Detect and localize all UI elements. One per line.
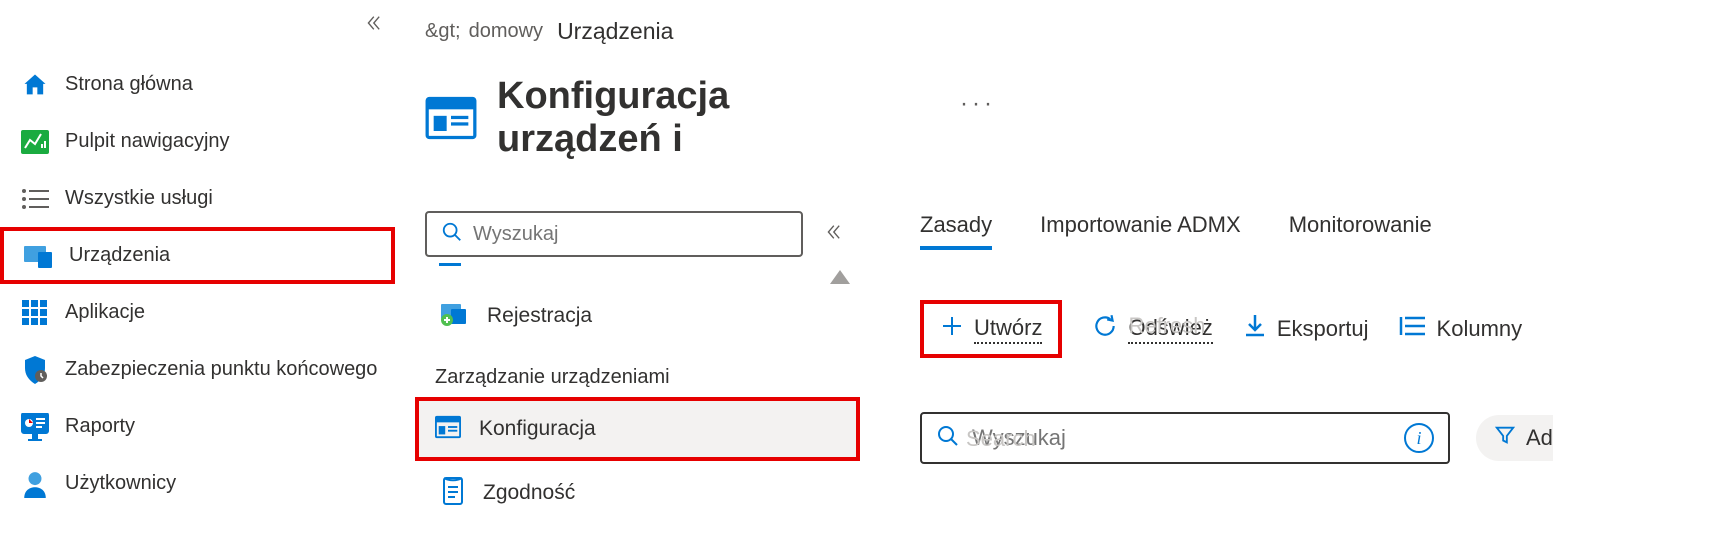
breadcrumb-home[interactable]: domowy bbox=[469, 20, 543, 43]
main-panel: ··· Zasady Importowanie ADMX Monitorowan… bbox=[880, 8, 1732, 560]
tab-monitor[interactable]: Monitorowanie bbox=[1289, 212, 1432, 250]
page-header: Konfiguracja urządzeń i bbox=[425, 75, 880, 161]
reports-icon bbox=[20, 412, 50, 442]
dashboard-icon bbox=[20, 127, 50, 157]
refresh-button[interactable]: Odśwież Refresh bbox=[1092, 313, 1212, 345]
page-title: Konfiguracja urządzeń i bbox=[497, 75, 880, 161]
highlight-box-config: Konfiguracja bbox=[415, 397, 860, 461]
left-sidebar: Strona główna Pulpit nawigacyjny Wszystk… bbox=[0, 0, 395, 560]
subnav-section-device-mgmt: Zarządzanie urządzeniami bbox=[435, 366, 880, 389]
nav-label: Wszystkie usługi bbox=[65, 187, 213, 210]
search-icon bbox=[936, 424, 960, 453]
nav-list: Strona główna Pulpit nawigacyjny Wszystk… bbox=[0, 8, 395, 512]
button-label: Utwórz bbox=[974, 315, 1042, 344]
tab-zasady[interactable]: Zasady bbox=[920, 212, 992, 250]
filter-button[interactable]: Ad bbox=[1476, 415, 1553, 461]
tab-admx[interactable]: Importowanie ADMX bbox=[1040, 212, 1241, 250]
button-label: Eksportuj bbox=[1277, 316, 1369, 342]
nav-label: Użytkownicy bbox=[65, 472, 176, 495]
scroll-up-icon[interactable] bbox=[830, 270, 850, 284]
breadcrumb-prefix: &gt; bbox=[425, 20, 461, 43]
nav-users[interactable]: Użytkownicy bbox=[0, 455, 395, 512]
user-icon bbox=[20, 469, 50, 499]
highlight-box-create: Utwórz bbox=[920, 300, 1062, 358]
nav-home[interactable]: Strona główna bbox=[0, 56, 395, 113]
breadcrumb: &gt; domowy Urządzenia bbox=[425, 18, 880, 45]
refresh-icon bbox=[1092, 313, 1118, 345]
subnav-search-input[interactable] bbox=[473, 223, 787, 246]
nav-label: Raporty bbox=[65, 415, 135, 438]
refresh-label-under: Refresh bbox=[1128, 313, 1205, 339]
config-icon bbox=[435, 415, 461, 444]
enrollment-icon bbox=[441, 302, 469, 331]
search-underline bbox=[439, 263, 461, 266]
export-button[interactable]: Eksportuj bbox=[1243, 313, 1369, 345]
subnav-item-compliance[interactable]: Zgodność bbox=[425, 465, 880, 521]
plus-icon bbox=[940, 314, 964, 344]
collapse-chevron-icon[interactable] bbox=[363, 14, 381, 37]
search-label-under: Search bbox=[966, 426, 1036, 452]
subnav-collapse-chevron-icon[interactable] bbox=[823, 223, 841, 246]
nav-reports[interactable]: Raporty bbox=[0, 398, 395, 455]
create-button[interactable]: Utwórz bbox=[940, 314, 1042, 344]
apps-icon bbox=[20, 298, 50, 328]
nav-all-services[interactable]: Wszystkie usługi bbox=[0, 170, 395, 227]
download-icon bbox=[1243, 313, 1267, 345]
subnav-search-box[interactable] bbox=[425, 211, 803, 257]
nav-label: Urządzenia bbox=[69, 244, 170, 267]
nav-label: Zabezpieczenia punktu końcowego bbox=[65, 358, 377, 381]
nav-label: Strona główna bbox=[65, 73, 193, 96]
button-label: Kolumny bbox=[1437, 316, 1523, 342]
search-icon bbox=[441, 221, 463, 248]
nav-devices[interactable]: Urządzenia bbox=[0, 227, 395, 284]
subnav-item-enrollment[interactable]: Rejestracja bbox=[425, 288, 880, 344]
info-icon[interactable]: i bbox=[1404, 423, 1434, 453]
subnav-label: Rejestracja bbox=[487, 304, 592, 328]
subnav-item-configuration[interactable]: Konfiguracja bbox=[419, 401, 856, 457]
more-actions-icon[interactable]: ··· bbox=[960, 90, 996, 118]
devices-icon bbox=[24, 241, 54, 271]
filter-label: Ad bbox=[1526, 425, 1553, 451]
toolbar: Utwórz Odśwież Refresh Eksportuj bbox=[920, 300, 1732, 358]
filter-icon bbox=[1494, 424, 1516, 452]
content-area: &gt; domowy Urządzenia Konfiguracja urzą… bbox=[395, 0, 1732, 560]
list-icon bbox=[20, 184, 50, 214]
nav-dashboard[interactable]: Pulpit nawigacyjny bbox=[0, 113, 395, 170]
nav-label: Pulpit nawigacyjny bbox=[65, 130, 230, 153]
subnav-search-row bbox=[425, 211, 880, 257]
main-search-row: Search i Ad bbox=[920, 412, 1732, 464]
subnav-label: Konfiguracja bbox=[479, 417, 596, 441]
tabs: Zasady Importowanie ADMX Monitorowanie bbox=[920, 212, 1732, 250]
nav-label: Aplikacje bbox=[65, 301, 145, 324]
subnav-label: Zgodność bbox=[483, 481, 575, 505]
breadcrumb-current[interactable]: Urządzenia bbox=[557, 18, 673, 45]
columns-button[interactable]: Kolumny bbox=[1399, 315, 1523, 343]
main-search-box[interactable]: Search i bbox=[920, 412, 1450, 464]
shield-icon bbox=[20, 355, 50, 385]
nav-security[interactable]: Zabezpieczenia punktu końcowego bbox=[0, 341, 395, 398]
columns-icon bbox=[1399, 315, 1427, 343]
config-page-icon bbox=[425, 92, 477, 144]
nav-apps[interactable]: Aplikacje bbox=[0, 284, 395, 341]
subnav-panel: &gt; domowy Urządzenia Konfiguracja urzą… bbox=[395, 8, 880, 560]
home-icon bbox=[20, 70, 50, 100]
compliance-icon bbox=[441, 476, 465, 511]
